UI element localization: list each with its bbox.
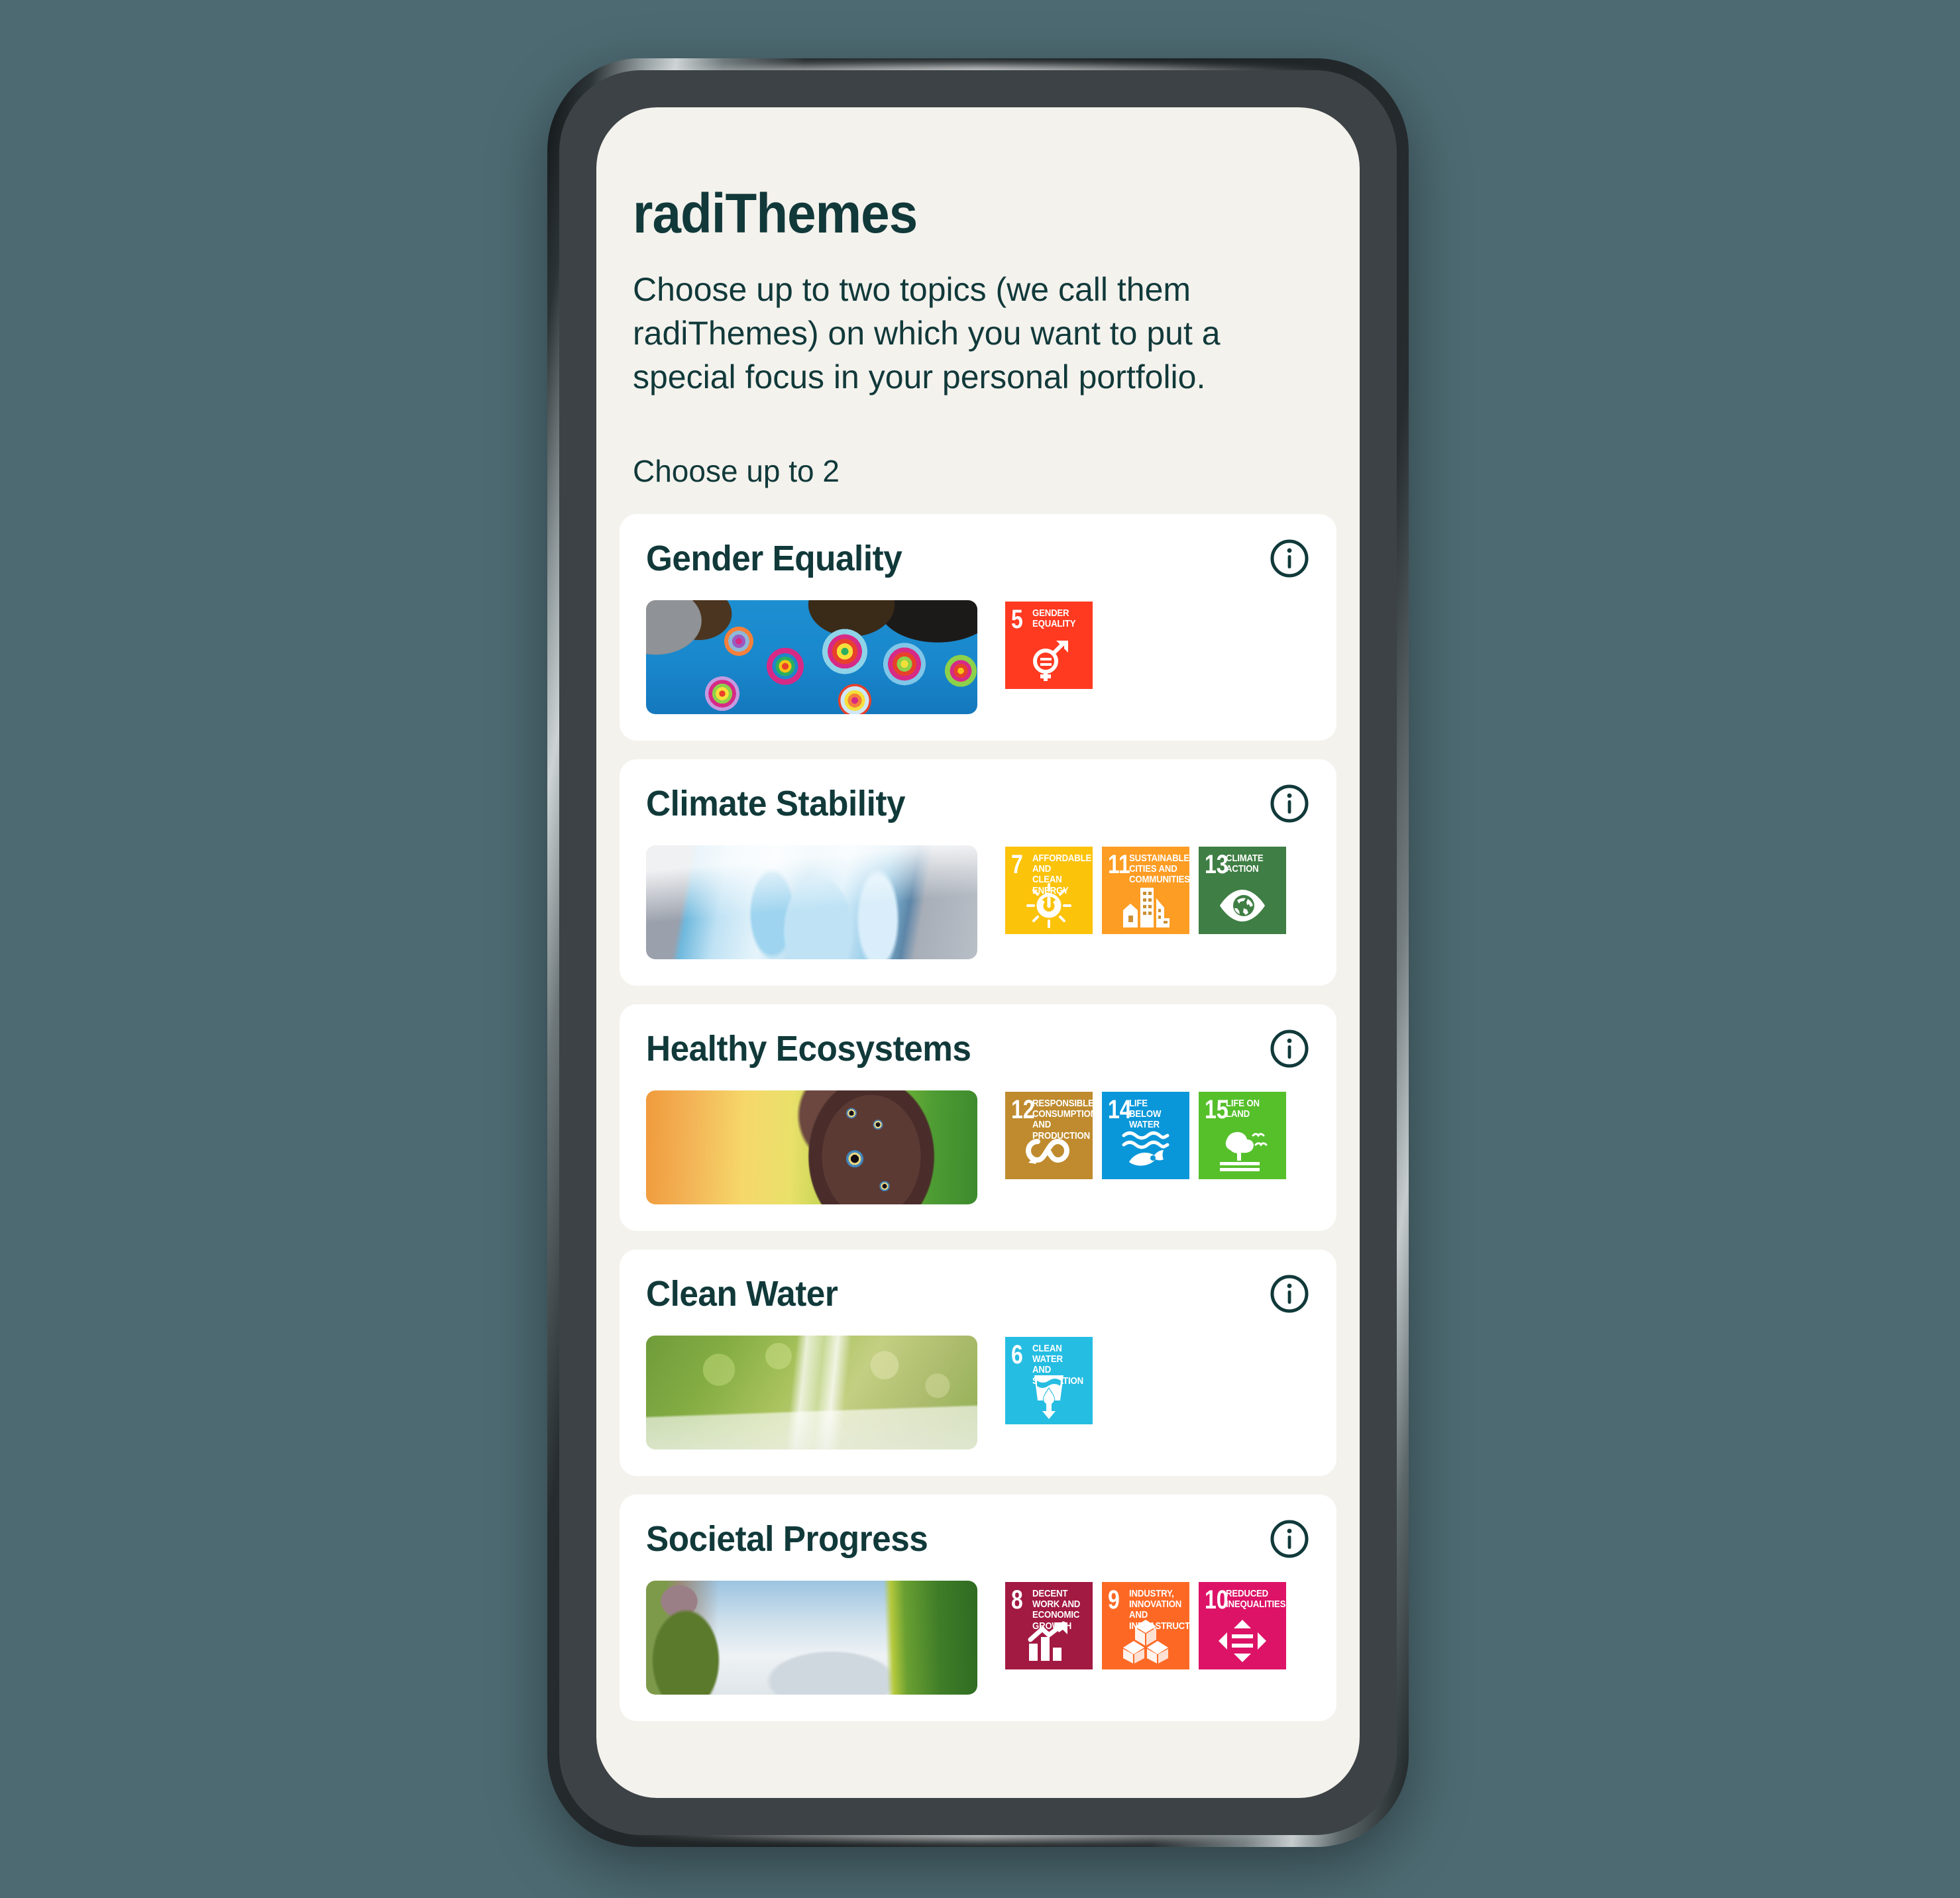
info-icon[interactable] <box>1269 538 1310 579</box>
sun-power-icon <box>1005 881 1093 930</box>
sdg-number: 15 <box>1205 1095 1228 1124</box>
tree-birds-icon <box>1199 1126 1286 1175</box>
sdg-badge-12: 12 RESPONSIBLE CONSUMPTION AND PRODUCTIO… <box>1005 1092 1093 1179</box>
sdg-badge-9: 9 INDUSTRY, INNOVATION AND INFRASTRUCTUR… <box>1102 1582 1189 1669</box>
card-header: Societal Progress <box>646 1518 1310 1559</box>
sdg-badge-row: 8 DECENT WORK AND ECONOMIC GROWTH 9 INDU… <box>1005 1581 1286 1669</box>
info-icon[interactable] <box>1269 1518 1310 1559</box>
intro-paragraph: Choose up to two topics (we call them ra… <box>633 271 1221 395</box>
infinity-loop-icon <box>1005 1126 1093 1175</box>
sdg-number: 14 <box>1108 1095 1132 1124</box>
theme-card[interactable]: Healthy Ecosystems 12 RESPONSIBLE CONSUM… <box>620 1004 1336 1231</box>
info-icon[interactable] <box>1269 1273 1310 1314</box>
sdg-badge-row: 6 CLEAN WATER AND SANITATION <box>1005 1336 1093 1424</box>
fish-waves-icon <box>1102 1126 1189 1175</box>
sdg-number: 7 <box>1011 850 1023 879</box>
equal-arrows-icon <box>1199 1616 1286 1665</box>
growth-chart-icon <box>1005 1616 1093 1665</box>
sdg-badge-5: 5 GENDER EQUALITY <box>1005 602 1093 689</box>
page-title: radiThemes <box>633 182 918 244</box>
card-title: Societal Progress <box>646 1519 928 1559</box>
sdg-badge-row: 7 AFFORDABLE AND CLEAN ENERGY 11 SUSTAIN… <box>1005 845 1286 934</box>
sdg-label: CLIMATE ACTION <box>1226 853 1264 875</box>
card-header: Clean Water <box>646 1273 1310 1314</box>
sdg-number: 13 <box>1205 850 1228 879</box>
sdg-badge-row: 5 GENDER EQUALITY <box>1005 600 1093 689</box>
sdg-badge-14: 14 LIFE BELOW WATER <box>1102 1092 1189 1179</box>
card-title: Climate Stability <box>646 784 906 823</box>
phone-screen: radiThemes Choose up to two topics (we c… <box>596 107 1360 1798</box>
app-header: radiThemes Choose up to two topics (we c… <box>596 185 1360 489</box>
info-icon[interactable] <box>1269 1028 1310 1069</box>
card-body: 5 GENDER EQUALITY <box>646 600 1310 714</box>
sdg-badge-10: 10 REDUCED INEQUALITIES <box>1199 1582 1286 1669</box>
app-screen-content: radiThemes Choose up to two topics (we c… <box>596 107 1360 1798</box>
theme-card[interactable]: Societal Progress 8 DECENT WORK AND ECON… <box>620 1495 1336 1721</box>
theme-cards-list: Gender Equality 5 GENDER EQUALITY Climat… <box>596 514 1360 1721</box>
sdg-badge-7: 7 AFFORDABLE AND CLEAN ENERGY <box>1005 847 1093 934</box>
card-body: 8 DECENT WORK AND ECONOMIC GROWTH 9 INDU… <box>646 1581 1310 1695</box>
sdg-number: 5 <box>1011 605 1023 634</box>
sdg-number: 11 <box>1108 850 1130 879</box>
sdg-badge-11: 11 SUSTAINABLE CITIES AND COMMUNITIES <box>1102 847 1189 934</box>
card-title: Healthy Ecosystems <box>646 1029 971 1069</box>
card-header: Healthy Ecosystems <box>646 1028 1310 1069</box>
sdg-number: 8 <box>1011 1585 1023 1614</box>
colorful-umbrellas-photo <box>646 600 977 714</box>
sdg-badge-15: 15 LIFE ON LAND <box>1199 1092 1286 1179</box>
phone-device-frame: radiThemes Choose up to two topics (we c… <box>547 58 1409 1847</box>
card-header: Climate Stability <box>646 783 1310 824</box>
card-body: 12 RESPONSIBLE CONSUMPTION AND PRODUCTIO… <box>646 1090 1310 1204</box>
city-buildings-icon <box>1102 881 1189 930</box>
cubes-icon <box>1102 1616 1189 1665</box>
sdg-number: 9 <box>1108 1585 1120 1614</box>
sdg-number: 10 <box>1205 1585 1228 1614</box>
sdg-label: GENDER EQUALITY <box>1032 607 1076 630</box>
butterfly-photo <box>646 1090 977 1204</box>
theme-card[interactable]: Clean Water 6 CLEAN WATER AND SANITATION <box>620 1249 1336 1476</box>
sdg-number: 6 <box>1011 1340 1023 1369</box>
sdg-badge-6: 6 CLEAN WATER AND SANITATION <box>1005 1337 1093 1424</box>
water-glass-icon <box>1005 1371 1093 1420</box>
supertree-grove-photo <box>646 1581 977 1695</box>
sdg-label: REDUCED INEQUALITIES <box>1226 1588 1286 1610</box>
eye-globe-icon <box>1199 881 1286 930</box>
choose-limit-label: Choose up to 2 <box>633 454 840 488</box>
theme-card[interactable]: Climate Stability 7 AFFORDABLE AND CLEAN… <box>620 759 1336 986</box>
sdg-badge-8: 8 DECENT WORK AND ECONOMIC GROWTH <box>1005 1582 1093 1669</box>
pouring-water-photo <box>646 1336 977 1450</box>
card-body: 7 AFFORDABLE AND CLEAN ENERGY 11 SUSTAIN… <box>646 845 1310 959</box>
iceberg-photo <box>646 845 977 959</box>
gender-equality-icon <box>1005 636 1093 685</box>
info-icon[interactable] <box>1269 783 1310 824</box>
sdg-label: LIFE ON LAND <box>1226 1098 1260 1120</box>
card-body: 6 CLEAN WATER AND SANITATION <box>646 1336 1310 1450</box>
sdg-badge-row: 12 RESPONSIBLE CONSUMPTION AND PRODUCTIO… <box>1005 1090 1286 1179</box>
card-title: Gender Equality <box>646 539 902 578</box>
theme-card[interactable]: Gender Equality 5 GENDER EQUALITY <box>620 514 1336 741</box>
phone-bezel: radiThemes Choose up to two topics (we c… <box>559 70 1397 1835</box>
card-title: Clean Water <box>646 1274 838 1314</box>
sdg-number: 12 <box>1011 1095 1035 1124</box>
card-header: Gender Equality <box>646 538 1310 579</box>
sdg-badge-13: 13 CLIMATE ACTION <box>1199 847 1286 934</box>
